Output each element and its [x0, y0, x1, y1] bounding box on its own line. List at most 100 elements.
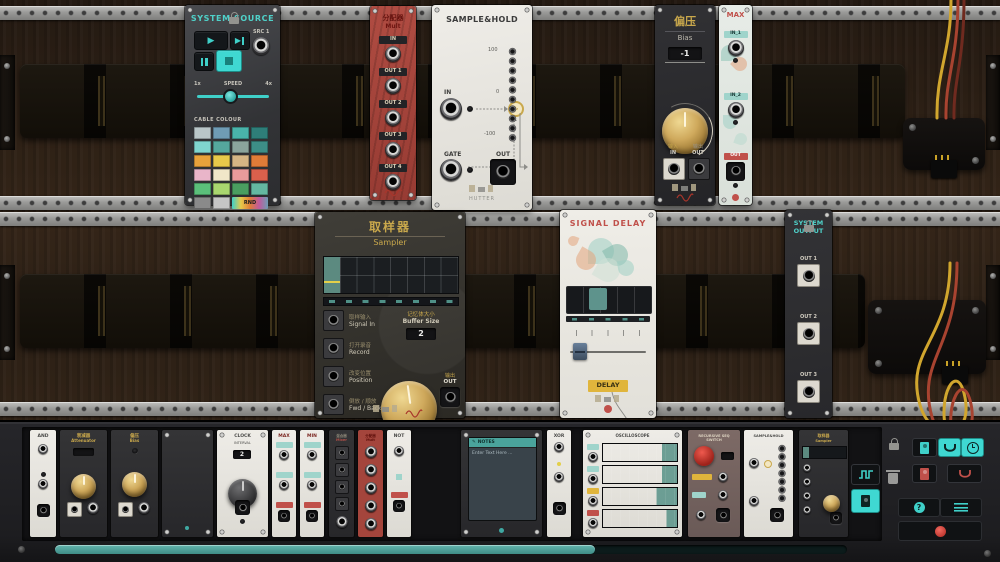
cable-colour-swatch[interactable]	[194, 141, 211, 153]
lock-icon[interactable]	[804, 225, 814, 232]
src1-jack[interactable]	[252, 37, 270, 55]
speed-1x-label: 1x	[194, 81, 201, 87]
browser-scrollbar-thumb[interactable]	[55, 545, 595, 554]
cable-colour-swatch[interactable]	[194, 169, 211, 181]
browser-module-xor[interactable]: XOR	[547, 430, 571, 537]
browser-module-not[interactable]: NOT	[387, 430, 411, 537]
in-jack[interactable]	[385, 46, 401, 62]
cable-mode-tile[interactable]	[938, 438, 961, 457]
help-button[interactable]: ?	[898, 498, 940, 517]
modular-synth-rack: SYSTEM SOURCE ▶ ▶ SRC 1 1x SPEED 4x CABL…	[0, 0, 1000, 562]
browser-module-clock[interactable]: CLOCK INTERVAL 2	[217, 430, 268, 537]
out-jack[interactable]	[490, 159, 516, 185]
module-filter-tile[interactable]	[851, 489, 880, 513]
browser-module-sample-hold[interactable]: SAMPLE&HOLD	[744, 430, 793, 537]
in2-jack[interactable]	[728, 102, 744, 118]
browser-module-max[interactable]: MAX	[272, 430, 296, 537]
cable-colour-swatch[interactable]	[251, 141, 268, 153]
browser-module-min[interactable]: MIN	[300, 430, 324, 537]
maker-logo	[672, 184, 698, 191]
record-jack[interactable]	[323, 338, 344, 359]
cable-colour-swatch[interactable]	[194, 127, 211, 139]
browser-module-notes[interactable]: ✎NOTES Enter Text Here ...	[461, 430, 542, 537]
speed-label: SPEED	[224, 81, 242, 87]
in-jack[interactable]	[663, 158, 685, 180]
cable-colour-swatch[interactable]	[232, 169, 249, 181]
browser-module-oscilloscope[interactable]: OSCILLOSCOPE	[583, 430, 682, 537]
menu-button[interactable]	[940, 498, 982, 517]
cable-colour-swatch[interactable]	[194, 155, 211, 167]
scale-100-label: 100	[488, 47, 498, 53]
cable-colour-swatch[interactable]	[232, 127, 249, 139]
cable-colour-swatch[interactable]	[213, 197, 230, 209]
out1-jack[interactable]	[797, 264, 820, 287]
browser-module-mixer[interactable]: 混合器 Mixer	[329, 430, 354, 537]
out-jack[interactable]	[688, 158, 710, 180]
notes-screen[interactable]: ✎NOTES Enter Text Here ...	[468, 437, 537, 521]
cable-colour-swatch[interactable]	[213, 141, 230, 153]
lock-icon[interactable]	[229, 17, 239, 24]
cable-colour-swatch[interactable]	[251, 127, 268, 139]
trash-icon[interactable]	[888, 473, 898, 484]
signal-filter-tile[interactable]	[851, 464, 880, 485]
cable-colour-swatch[interactable]	[213, 155, 230, 167]
browser-module-mult[interactable]: 分配器 Mult	[358, 430, 383, 537]
browser-module-sampler[interactable]: 取样器 Sampler	[799, 430, 848, 537]
cable-colour-swatch[interactable]	[251, 183, 268, 195]
browser-scrollbar-track[interactable]	[55, 545, 847, 554]
bias-value[interactable]: -1	[668, 47, 702, 60]
cable-colour-swatch[interactable]	[194, 197, 211, 209]
in1-jack[interactable]	[728, 40, 744, 56]
play-button[interactable]: ▶	[194, 31, 228, 50]
record-button[interactable]	[898, 521, 982, 541]
gate-jack[interactable]	[440, 159, 462, 181]
out-label-en: OUT	[688, 150, 708, 156]
out3-jack[interactable]	[385, 142, 401, 158]
fwd-back-jack[interactable]	[323, 394, 344, 415]
cable-bundle	[900, 0, 1000, 125]
remove-module-tile[interactable]	[912, 464, 937, 483]
out2-jack[interactable]	[385, 110, 401, 126]
module-sample-hold: SAMPLE&HOLD IN ∿ 100 0 -100 GATE OUT HUT…	[432, 5, 532, 210]
browser-module-recursive-seq-switch[interactable]: RECURSIVE SEQ SWITCH	[688, 430, 740, 537]
cable-colour-swatch[interactable]	[232, 141, 249, 153]
lock-icon[interactable]	[889, 443, 899, 450]
out2-label: OUT 2	[379, 100, 407, 108]
cable-colour-swatch[interactable]	[213, 183, 230, 195]
out3-jack[interactable]	[797, 380, 820, 403]
waveform-display[interactable]	[323, 256, 459, 294]
cable-colour-swatch[interactable]	[251, 169, 268, 181]
random-colour-button[interactable]: RND	[232, 197, 268, 209]
browser-module-and[interactable]: AND	[30, 430, 56, 537]
stop-button[interactable]	[216, 50, 242, 72]
add-module-tile[interactable]	[912, 438, 937, 457]
cable-colour-swatch[interactable]	[194, 183, 211, 195]
cable-colour-swatch[interactable]	[232, 183, 249, 195]
cable-colour-swatch[interactable]	[213, 169, 230, 181]
out4-jack[interactable]	[385, 174, 401, 190]
step-play-button[interactable]: ▶	[230, 31, 250, 50]
dock-screw	[984, 550, 991, 557]
out-jack[interactable]	[726, 162, 745, 181]
browser-module-attenuator[interactable]: 衰减器 Attenuator	[60, 430, 107, 537]
out2-jack[interactable]	[797, 322, 820, 345]
cable-colour-swatch[interactable]	[232, 155, 249, 167]
buffer-size-value[interactable]: 2	[406, 328, 436, 340]
clock-mode-tile[interactable]	[961, 438, 984, 457]
cable-colour-swatch[interactable]	[213, 127, 230, 139]
gate-led	[467, 167, 473, 173]
out3-label: OUT 3	[379, 132, 407, 140]
pause-button[interactable]	[194, 52, 214, 71]
out1-label: OUT 1	[800, 256, 817, 262]
cable-colour-swatch[interactable]	[251, 155, 268, 167]
module-title-en: Sampler	[335, 236, 445, 247]
browser-module-blank-panel[interactable]	[162, 430, 213, 537]
pencil-icon: ✎	[472, 440, 476, 445]
signal-in-jack[interactable]	[323, 310, 344, 331]
out1-jack[interactable]	[385, 78, 401, 94]
position-jack[interactable]	[323, 366, 344, 387]
out-jack[interactable]	[440, 387, 460, 407]
speed-slider-thumb[interactable]	[223, 89, 238, 104]
remove-cable-tile[interactable]	[947, 464, 982, 483]
browser-module-bias[interactable]: 偏压 Bias	[111, 430, 158, 537]
